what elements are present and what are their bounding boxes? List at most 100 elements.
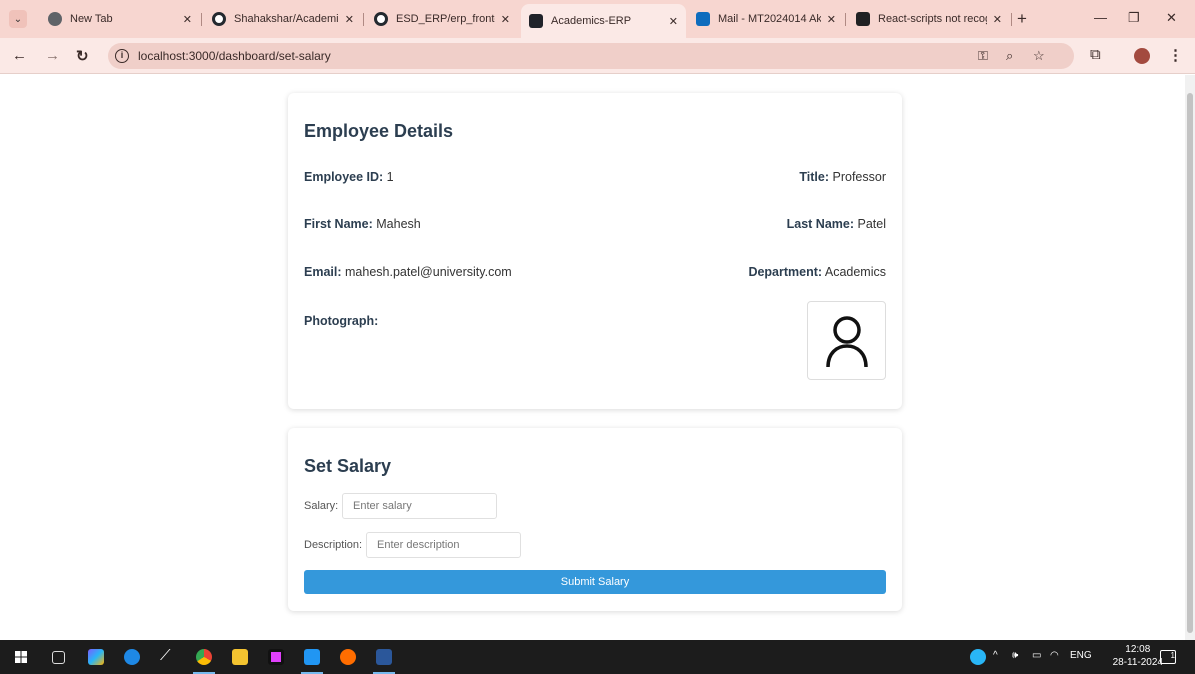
chatgpt-icon [856, 12, 870, 26]
title-value: Professor [832, 170, 887, 184]
react-icon [529, 14, 543, 28]
file-explorer-icon[interactable] [232, 649, 248, 665]
clock-date: 28-11-2024 [1112, 657, 1163, 668]
reload-icon[interactable]: ↻ [76, 47, 89, 65]
taskbar-clock[interactable]: 12:08 28-11-2024 [1113, 643, 1163, 669]
chrome-icon [48, 12, 62, 26]
photograph-label: Photograph: [304, 314, 379, 328]
browser-tab[interactable]: ESD_ERP/erp_frontend/ ✕ [366, 6, 518, 32]
task-view-icon[interactable] [52, 651, 65, 664]
windows-start-icon[interactable] [15, 651, 27, 663]
tab-divider [845, 13, 846, 26]
copilot-icon[interactable] [88, 649, 104, 665]
extensions-puzzle-icon[interactable]: ⧉ [1090, 46, 1101, 63]
tab-search-chevron-icon[interactable]: ⌄ [9, 10, 27, 28]
submit-salary-button[interactable]: Submit Salary [304, 570, 886, 594]
browser-tab[interactable]: Mail - MT2024014 Aksh ✕ [688, 6, 844, 32]
close-window-icon[interactable]: ✕ [1166, 10, 1177, 26]
profile-avatar-icon[interactable] [1134, 48, 1150, 64]
back-arrow-icon[interactable]: ← [12, 47, 27, 64]
department-value: Academics [824, 265, 886, 279]
weather-icon[interactable] [970, 649, 986, 665]
title-row: Title: Professor [799, 170, 886, 184]
chrome-taskbar-icon[interactable] [196, 649, 212, 665]
maximize-icon[interactable]: ❐ [1128, 10, 1140, 26]
department-label: Department: [748, 265, 823, 279]
set-salary-card: Set Salary Salary: Description: Submit S… [288, 428, 902, 611]
new-tab-plus-icon[interactable]: + [1017, 9, 1027, 29]
vscode-icon[interactable] [304, 649, 320, 665]
salary-input[interactable] [342, 493, 497, 519]
photograph-row: Photograph: [304, 314, 378, 328]
employee-id-row: Employee ID: 1 [304, 170, 394, 184]
last-name-label: Last Name: [786, 217, 855, 231]
email-value: mahesh.patel@university.com [345, 265, 512, 279]
page-scrollbar[interactable] [1185, 75, 1195, 640]
description-label: Description: [304, 539, 363, 551]
battery-icon[interactable]: ▭ [1032, 650, 1041, 661]
browser-toolbar: ← → ↻ i localhost:3000/dashboard/set-sal… [0, 38, 1195, 74]
tab-divider [1011, 13, 1012, 26]
description-input[interactable] [366, 532, 521, 558]
user-avatar-icon [825, 315, 868, 367]
language-indicator[interactable]: ENG [1070, 650, 1092, 661]
employee-id-label: Employee ID: [304, 170, 384, 184]
salary-label: Salary: [304, 500, 339, 512]
outlook-icon [696, 12, 710, 26]
intellij-icon[interactable] [268, 649, 284, 665]
clock-time: 12:08 [1125, 644, 1151, 655]
word-icon[interactable] [376, 649, 392, 665]
password-key-icon[interactable]: ⚿ [978, 48, 988, 64]
volume-icon[interactable]: 🕪 [1012, 650, 1018, 661]
browser-tab-strip: ⌄ New Tab ✕ Shahakshar/Academics- ✕ ESD_… [0, 0, 1195, 38]
first-name-label: First Name: [304, 217, 373, 231]
browser-tab-active[interactable]: Academics-ERP ✕ [521, 4, 686, 38]
github-icon [212, 12, 226, 26]
wifi-icon[interactable]: ◠ [1050, 650, 1059, 661]
set-salary-heading: Set Salary [304, 456, 392, 476]
tab-title: React-scripts not recogn [878, 13, 987, 25]
tab-close-icon[interactable]: ✕ [827, 13, 836, 26]
zoom-icon[interactable]: ⌕ [1006, 48, 1013, 64]
title-label: Title: [799, 170, 830, 184]
browser-tab[interactable]: New Tab ✕ [40, 6, 200, 32]
tab-close-icon[interactable]: ✕ [345, 13, 354, 26]
first-name-row: First Name: Mahesh [304, 217, 421, 231]
notification-icon[interactable]: 1 [1160, 650, 1176, 664]
menu-kebab-icon[interactable]: ⋮ [1168, 46, 1183, 64]
terminal-icon[interactable]: ⟋ [160, 647, 176, 664]
site-info-icon[interactable]: i [115, 49, 129, 63]
bookmark-star-icon[interactable]: ☆ [1033, 48, 1045, 64]
tab-title: Academics-ERP [551, 15, 632, 27]
email-row: Email: mahesh.patel@university.com [304, 265, 512, 279]
employee-photo [807, 301, 886, 380]
last-name-row: Last Name: Patel [787, 217, 886, 231]
tab-close-icon[interactable]: ✕ [183, 13, 192, 26]
tab-title: Shahakshar/Academics- [234, 13, 339, 25]
tab-close-icon[interactable]: ✕ [501, 13, 510, 26]
department-row: Department: Academics [748, 265, 886, 279]
scrollbar-thumb[interactable] [1187, 93, 1193, 633]
browser-tab[interactable]: Shahakshar/Academics- ✕ [204, 6, 362, 32]
tab-title: ESD_ERP/erp_frontend/ [396, 13, 495, 25]
tab-close-icon[interactable]: ✕ [669, 15, 678, 28]
minimize-icon[interactable]: — [1094, 10, 1107, 25]
postman-icon[interactable] [340, 649, 356, 665]
page-viewport: Employee Details Employee ID: 1 Title: P… [0, 75, 1195, 640]
address-bar[interactable]: i localhost:3000/dashboard/set-salary ⚿ … [108, 43, 1074, 69]
github-icon [374, 12, 388, 26]
tab-title: New Tab [70, 13, 113, 25]
email-label: Email: [304, 265, 342, 279]
forward-arrow-icon[interactable]: → [45, 47, 60, 64]
tab-divider [201, 13, 202, 26]
first-name-value: Mahesh [376, 217, 421, 231]
tray-chevron-icon[interactable]: ^ [993, 650, 998, 661]
browser-tab[interactable]: React-scripts not recogn ✕ [848, 6, 1010, 32]
tab-divider [363, 13, 364, 26]
address-url[interactable]: localhost:3000/dashboard/set-salary [138, 49, 331, 63]
tab-close-icon[interactable]: ✕ [993, 13, 1002, 26]
employee-id-value: 1 [386, 170, 394, 184]
edge-icon[interactable] [124, 649, 140, 665]
employee-details-card: Employee Details Employee ID: 1 Title: P… [288, 93, 902, 409]
last-name-value: Patel [857, 217, 887, 231]
